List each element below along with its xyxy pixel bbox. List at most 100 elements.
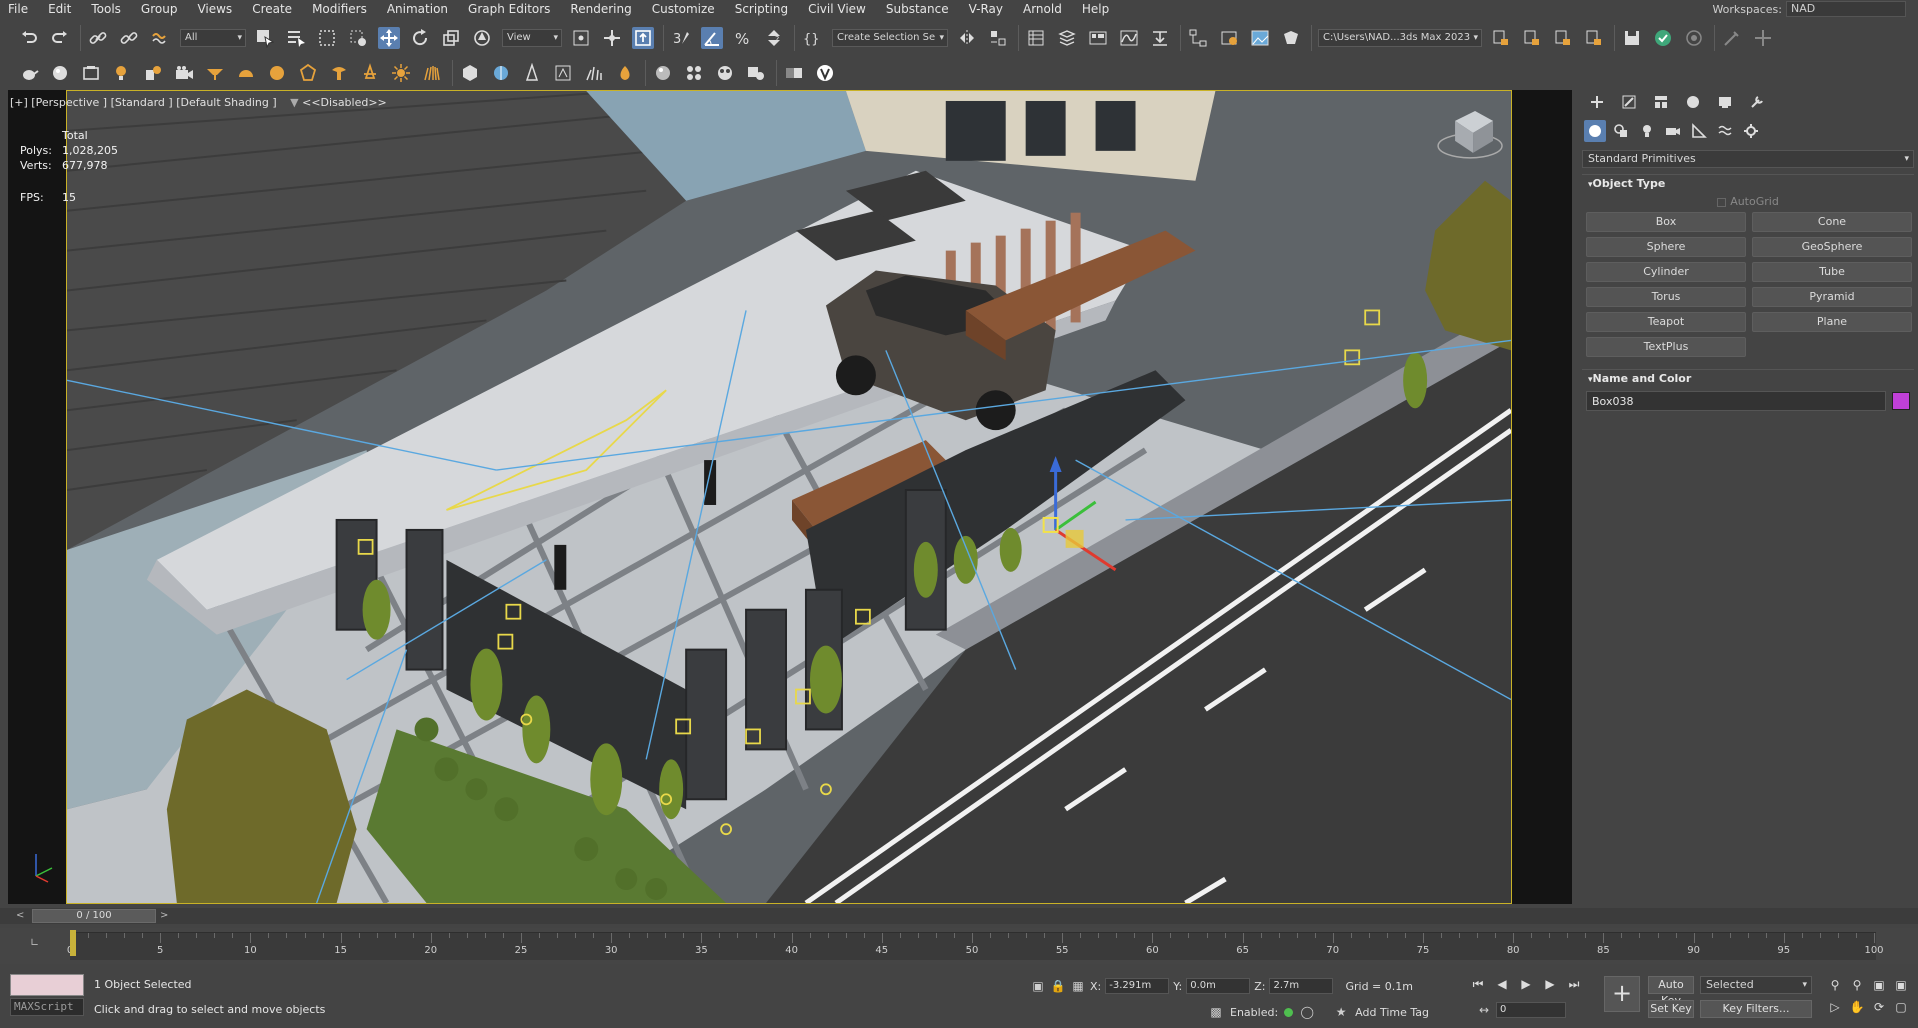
menu-civil-view[interactable]: Civil View bbox=[800, 0, 878, 18]
schematic-view-icon[interactable] bbox=[1187, 27, 1209, 49]
motion-tab-icon[interactable] bbox=[1682, 92, 1704, 112]
menu-tools[interactable]: Tools bbox=[83, 0, 133, 18]
menu-v-ray[interactable]: V-Ray bbox=[961, 0, 1015, 18]
helpers-category-icon[interactable] bbox=[1688, 120, 1710, 142]
menu-edit[interactable]: Edit bbox=[40, 0, 83, 18]
mini-curve-editor-icon[interactable]: ∟ bbox=[30, 936, 39, 949]
torus-button[interactable]: Torus bbox=[1586, 287, 1746, 307]
key-mode-toggle-icon[interactable]: ↔ bbox=[1476, 1002, 1492, 1018]
previous-frame-icon[interactable]: ◀ bbox=[1494, 976, 1510, 992]
menu-group[interactable]: Group bbox=[133, 0, 190, 18]
scene-render[interactable] bbox=[67, 91, 1511, 903]
add-time-tag-button[interactable]: Add Time Tag bbox=[1355, 1006, 1429, 1019]
open-project-icon[interactable] bbox=[1490, 27, 1512, 49]
lights-category-icon[interactable] bbox=[1636, 120, 1658, 142]
cylinder-button[interactable]: Cylinder bbox=[1586, 262, 1746, 282]
primitive-type-dropdown[interactable]: Standard Primitives bbox=[1582, 150, 1914, 168]
rectangular-selection-icon[interactable] bbox=[316, 27, 338, 49]
viewport-filter-label[interactable]: <<Disabled>> bbox=[302, 96, 387, 109]
select-by-name-icon[interactable] bbox=[285, 27, 307, 49]
field-of-view-icon[interactable]: ▷ bbox=[1826, 998, 1844, 1016]
geometry-category-icon[interactable] bbox=[1584, 120, 1606, 142]
link-icon[interactable] bbox=[87, 27, 109, 49]
vray-ambient-light-icon[interactable] bbox=[359, 62, 381, 84]
enabled-indicator[interactable] bbox=[1284, 1007, 1294, 1017]
menu-help[interactable]: Help bbox=[1074, 0, 1121, 18]
zoom-icon[interactable]: ⚲ bbox=[1826, 976, 1844, 994]
vray-fur-icon[interactable] bbox=[421, 62, 443, 84]
set-key-big-button[interactable]: + bbox=[1604, 976, 1640, 1012]
utilities-tab-icon[interactable] bbox=[1746, 92, 1768, 112]
new-project-icon[interactable] bbox=[1521, 27, 1543, 49]
vray-decal-icon[interactable] bbox=[552, 62, 574, 84]
camera-icon[interactable] bbox=[173, 62, 195, 84]
viewport-menu-label[interactable]: [+] [Perspective ] [Standard ] [Default … bbox=[10, 96, 277, 109]
current-frame-field[interactable]: 0 bbox=[1496, 1002, 1566, 1018]
bind-space-warp-icon[interactable] bbox=[149, 27, 171, 49]
time-slider-thumb[interactable]: 0 / 100 bbox=[32, 909, 156, 923]
select-manipulate-icon[interactable] bbox=[601, 27, 623, 49]
vray-plane-icon[interactable] bbox=[521, 62, 543, 84]
teapot-button[interactable]: Teapot bbox=[1586, 312, 1746, 332]
reference-coordinate-dropdown[interactable]: View bbox=[502, 29, 562, 47]
systems-category-icon[interactable] bbox=[1740, 120, 1762, 142]
zoom-all-icon[interactable]: ⚲ bbox=[1848, 976, 1866, 994]
menu-graph-editors[interactable]: Graph Editors bbox=[460, 0, 562, 18]
name-and-color-title[interactable]: Name and Color bbox=[1582, 369, 1914, 387]
zoom-extents-icon[interactable]: ▣ bbox=[1870, 976, 1888, 994]
z-coordinate-field[interactable]: 2.7m bbox=[1269, 978, 1334, 994]
viewport-label[interactable]: [+] [Perspective ] [Standard ] [Default … bbox=[10, 96, 387, 109]
align-icon[interactable] bbox=[987, 27, 1009, 49]
mirror-icon[interactable] bbox=[956, 27, 978, 49]
menu-rendering[interactable]: Rendering bbox=[562, 0, 643, 18]
geosphere-button[interactable]: GeoSphere bbox=[1752, 237, 1912, 257]
create-tab-icon[interactable] bbox=[1586, 92, 1608, 112]
vray-scatter-icon[interactable] bbox=[583, 62, 605, 84]
play-icon[interactable]: ▶ bbox=[1518, 976, 1534, 992]
vray-lister-icon[interactable] bbox=[714, 62, 736, 84]
vray-mesh-light-icon[interactable] bbox=[297, 62, 319, 84]
rendered-frame-window-icon[interactable] bbox=[1249, 27, 1271, 49]
menu-customize[interactable]: Customize bbox=[644, 0, 727, 18]
vray-vfb-icon[interactable] bbox=[783, 62, 805, 84]
vray-sun-icon[interactable] bbox=[390, 62, 412, 84]
menu-substance[interactable]: Substance bbox=[878, 0, 961, 18]
menu-views[interactable]: Views bbox=[189, 0, 244, 18]
vray-volume-icon[interactable] bbox=[614, 62, 636, 84]
select-and-move-icon[interactable] bbox=[378, 27, 400, 49]
menu-create[interactable]: Create bbox=[244, 0, 304, 18]
track-bar[interactable]: 0510152025303540455055606570758085909510… bbox=[0, 928, 1918, 964]
dope-sheet-icon[interactable] bbox=[1149, 27, 1171, 49]
spinner-snap-icon[interactable]: ? bbox=[763, 27, 785, 49]
go-to-end-icon[interactable]: ⏭ bbox=[1566, 976, 1582, 992]
menu-scripting[interactable]: Scripting bbox=[727, 0, 800, 18]
object-color-swatch[interactable] bbox=[1892, 392, 1910, 410]
vray-proxy-icon[interactable] bbox=[459, 62, 481, 84]
render-production-icon[interactable] bbox=[1280, 27, 1302, 49]
degradation-icon[interactable]: ▩ bbox=[1208, 1004, 1224, 1020]
curve-editor-icon[interactable] bbox=[1118, 27, 1140, 49]
unlink-icon[interactable] bbox=[118, 27, 140, 49]
vray-dome-light-icon[interactable] bbox=[235, 62, 257, 84]
track-bar-ruler[interactable]: 0510152025303540455055606570758085909510… bbox=[67, 932, 1884, 960]
pivot-center-icon[interactable] bbox=[570, 27, 592, 49]
vray-frame-buffer-icon[interactable] bbox=[745, 62, 767, 84]
pyramid-button[interactable]: Pyramid bbox=[1752, 287, 1912, 307]
teapot-icon[interactable] bbox=[18, 62, 40, 84]
absolute-mode-icon[interactable]: ▦ bbox=[1070, 978, 1086, 994]
menu-arnold[interactable]: Arnold bbox=[1015, 0, 1074, 18]
set-project-folder-icon[interactable] bbox=[1552, 27, 1574, 49]
zoom-extents-all-icon[interactable]: ▣ bbox=[1892, 976, 1910, 994]
project-settings-icon[interactable] bbox=[1583, 27, 1605, 49]
vray-sphere-light-icon[interactable] bbox=[266, 62, 288, 84]
project-folder-dropdown[interactable]: C:\Users\NAD...3ds Max 2023 bbox=[1318, 29, 1482, 47]
textplus-button[interactable]: TextPlus bbox=[1586, 337, 1746, 357]
box-button[interactable]: Box bbox=[1586, 212, 1746, 232]
toggle-ribbon-icon[interactable] bbox=[1087, 27, 1109, 49]
sphere-button[interactable]: Sphere bbox=[1586, 237, 1746, 257]
vray-light-icon[interactable] bbox=[204, 62, 226, 84]
key-mode-dropdown[interactable]: Selected bbox=[1700, 976, 1812, 994]
vray-flakes-icon[interactable] bbox=[683, 62, 705, 84]
isolate-selection-icon[interactable]: ▣ bbox=[1030, 978, 1046, 994]
workspace-dropdown[interactable]: NAD bbox=[1786, 1, 1906, 17]
